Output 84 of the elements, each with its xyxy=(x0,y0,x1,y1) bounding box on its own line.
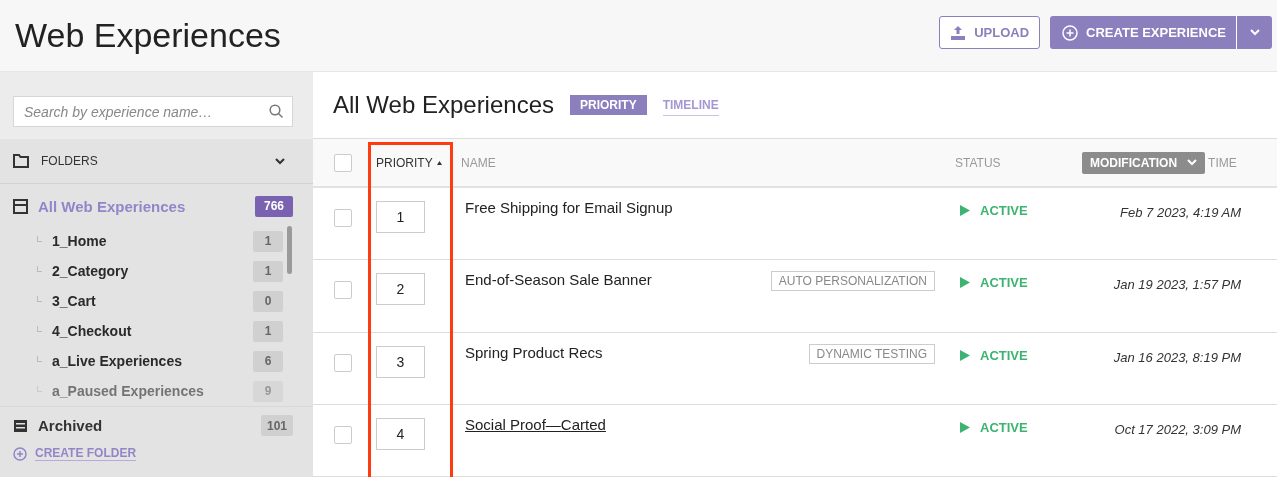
tree-connector xyxy=(37,326,42,332)
tree-connector xyxy=(37,266,42,272)
modification-time: Jan 16 2023, 8:19 PM xyxy=(1112,348,1242,365)
table-row[interactable]: 1 Free Shipping for Email Signup ACTIVE Feb 7 2023, 4:19 AM xyxy=(313,188,1277,261)
folder-count: 6 xyxy=(253,350,283,372)
folder-count: 1 xyxy=(253,260,283,282)
section-title: All Web Experiences xyxy=(333,91,554,120)
folder-count: 101 xyxy=(260,415,293,436)
subfolder-label: 3_Cart xyxy=(52,293,97,309)
play-icon xyxy=(960,205,970,217)
row-checkbox[interactable] xyxy=(334,209,352,228)
plus-circle-icon xyxy=(1062,24,1079,41)
view-tab[interactable]: PRIORITY xyxy=(570,95,647,116)
modification-time: Oct 17 2022, 3:09 PM xyxy=(1113,420,1242,437)
play-icon xyxy=(960,277,970,289)
tree-connector xyxy=(37,386,42,392)
priority-field[interactable]: 2 xyxy=(376,273,425,306)
modification-time: Feb 7 2023, 4:19 AM xyxy=(1119,204,1242,221)
table-row[interactable]: 3 Spring Product Recs DYNAMIC TESTING ACTIVE Jan 16 2023, 8:19 PM xyxy=(313,332,1277,405)
folders-header[interactable]: FOLDERS xyxy=(0,139,313,184)
column-header: TIME xyxy=(1208,155,1237,170)
folder-count: 766 xyxy=(255,195,293,217)
priority-field[interactable]: 1 xyxy=(376,201,425,234)
experience-type-tag: DYNAMIC TESTING xyxy=(808,343,935,364)
subfolder-label: a_Live Experiences xyxy=(52,353,183,369)
folder-count: 0 xyxy=(253,290,283,312)
experience-name-link[interactable]: Spring Product Recs xyxy=(465,343,603,361)
priority-field[interactable]: 4 xyxy=(376,417,425,450)
folder-icon xyxy=(13,154,29,168)
subfolder-item[interactable]: 4_Checkout 1 xyxy=(13,316,293,346)
sort-up-icon xyxy=(436,160,442,165)
subfolder-label: 2_Category xyxy=(52,263,130,279)
archive-box-icon xyxy=(13,418,28,433)
experience-name-link[interactable]: Social Proof—Carted xyxy=(465,415,606,433)
subfolder-label: 4_Checkout xyxy=(52,323,133,339)
plus-circle-icon xyxy=(13,446,27,461)
select-all-checkbox[interactable] xyxy=(334,153,352,172)
subfolder-item[interactable]: 2_Category 1 xyxy=(13,256,293,286)
priority-field[interactable]: 3 xyxy=(376,345,425,378)
row-checkbox[interactable] xyxy=(334,425,352,444)
create-experience-button[interactable]: CREATE EXPERIENCE xyxy=(1050,16,1236,49)
folders-label: FOLDERS xyxy=(41,154,99,168)
tree-connector xyxy=(37,356,42,362)
row-checkbox[interactable] xyxy=(334,353,352,372)
tree-connector xyxy=(37,296,42,302)
folder-label: All Web Experiences xyxy=(38,197,187,215)
search-icon xyxy=(269,104,284,119)
experience-type-tag: AUTO PERSONALIZATION xyxy=(770,271,935,292)
experience-name-link[interactable]: Free Shipping for Email Signup xyxy=(465,199,673,217)
folder-count: 9 xyxy=(253,380,283,402)
play-icon xyxy=(960,349,970,361)
subfolder-item[interactable]: a_Live Experiences 6 xyxy=(13,346,293,376)
subfolder-label: 1_Home xyxy=(52,233,108,249)
row-checkbox[interactable] xyxy=(334,281,352,300)
folder-label: Archived xyxy=(38,417,104,434)
table-row[interactable]: 2 End-of-Season Sale Banner AUTO PERSONALIZATION ACTIVE Jan 19 2023, 1:57 PM xyxy=(313,260,1277,333)
subfolder-item[interactable]: a_Paused Experiences 9 xyxy=(13,376,293,406)
chevron-down-icon xyxy=(1187,159,1198,167)
chevron-down-icon xyxy=(275,157,285,165)
status-label: ACTIVE xyxy=(945,260,1065,291)
subfolder-item[interactable]: 1_Home 1 xyxy=(13,226,293,256)
folder-item[interactable]: All Web Experiences 766 xyxy=(13,194,293,218)
folder-count: 1 xyxy=(253,230,283,252)
more-options-button[interactable] xyxy=(1236,16,1272,49)
page-title: Web Experiences xyxy=(15,16,281,55)
status-label: ACTIVE xyxy=(945,332,1065,363)
status-label: ACTIVE xyxy=(945,404,1065,435)
archived-item[interactable]: Archived 101 xyxy=(0,406,313,438)
column-header[interactable]: PRIORITY xyxy=(366,155,451,170)
subfolder-label: a_Paused Experiences xyxy=(52,383,205,399)
subfolder-item[interactable]: 3_Cart 0 xyxy=(13,286,293,316)
stack-icon xyxy=(13,198,28,214)
search-field[interactable]: Search by experience name… xyxy=(13,96,293,127)
play-icon xyxy=(960,421,970,433)
experience-name-link[interactable]: End-of-Season Sale Banner xyxy=(465,271,652,289)
upload-icon xyxy=(950,24,967,41)
table-row[interactable]: 4 Social Proof—Carted ACTIVE Oct 17 2022, 3:09 PM xyxy=(313,404,1277,477)
scrollbar-thumb[interactable] xyxy=(287,226,292,274)
caret-icon xyxy=(1249,29,1260,36)
tree-connector xyxy=(37,236,42,242)
modification-time: Jan 19 2023, 1:57 PM xyxy=(1112,276,1242,293)
status-label: ACTIVE xyxy=(945,188,1065,219)
folder-count: 1 xyxy=(253,320,283,342)
upload-button[interactable]: UPLOAD xyxy=(939,16,1041,49)
